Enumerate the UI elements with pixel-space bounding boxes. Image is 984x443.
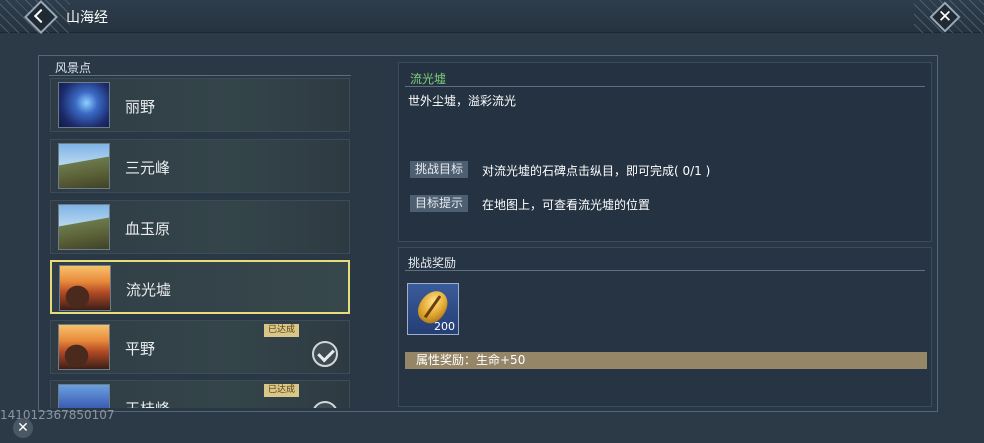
detail-title: 流光墟: [410, 72, 447, 86]
back-button[interactable]: [24, 0, 58, 34]
checkmark-icon: [312, 341, 338, 367]
reward-item-count: 200: [434, 320, 455, 333]
scene-thumbnail: [58, 82, 110, 128]
scene-item[interactable]: 王桂峰 已达成: [50, 380, 350, 408]
challenge-goal-tag: 挑战目标: [410, 161, 469, 178]
scene-thumbnail: [58, 143, 110, 189]
divider: [405, 270, 925, 271]
scene-name: 丽野: [125, 98, 156, 116]
scene-thumbnail: [58, 324, 110, 370]
scene-list-title: 风景点: [55, 61, 92, 75]
scene-thumbnail: [58, 204, 110, 250]
scene-name: 血玉原: [125, 220, 171, 238]
page-title: 山海经: [66, 10, 108, 26]
completed-badge: 已达成: [264, 324, 300, 337]
detail-panel: [398, 62, 932, 242]
scene-thumbnail: [58, 384, 110, 408]
close-button[interactable]: ✕: [929, 1, 961, 33]
scene-list[interactable]: 丽野 三元峰 血玉原 流光墟 平野 已达成 王桂峰 已达成: [48, 78, 352, 408]
completed-badge: 已达成: [264, 384, 300, 397]
divider: [405, 86, 925, 87]
scene-item[interactable]: 平野 已达成: [50, 320, 350, 374]
reward-panel: [398, 247, 932, 407]
scene-item-selected[interactable]: 流光墟: [50, 260, 350, 314]
dismiss-icon[interactable]: ✕: [13, 418, 33, 438]
checkmark-icon: [312, 401, 338, 408]
scene-thumbnail: [59, 265, 111, 311]
challenge-goal-text: 对流光墟的石碑点击纵目，即可完成( 0/1 ): [482, 164, 711, 178]
reward-item-slot[interactable]: 200: [407, 283, 459, 335]
scene-name: 流光墟: [126, 281, 172, 299]
scene-item[interactable]: 丽野: [50, 78, 350, 132]
scene-name: 平野: [125, 340, 156, 358]
scene-name: 王桂峰: [125, 398, 170, 408]
goal-hint-tag: 目标提示: [410, 195, 469, 212]
reward-header: 挑战奖励: [408, 256, 457, 270]
scene-name: 三元峰: [125, 159, 171, 177]
scene-list-header: 风景点: [49, 58, 351, 76]
close-icon: ✕: [937, 7, 953, 27]
scene-item[interactable]: 三元峰: [50, 139, 350, 193]
top-bar: 山海经 ✕: [0, 0, 984, 34]
goal-hint-text: 在地图上，可查看流光墟的位置: [482, 198, 651, 212]
scene-item[interactable]: 血玉原: [50, 200, 350, 254]
attribute-reward-bar: 属性奖励：生命+50: [405, 352, 927, 369]
detail-description: 世外尘墟，溢彩流光: [408, 94, 517, 108]
